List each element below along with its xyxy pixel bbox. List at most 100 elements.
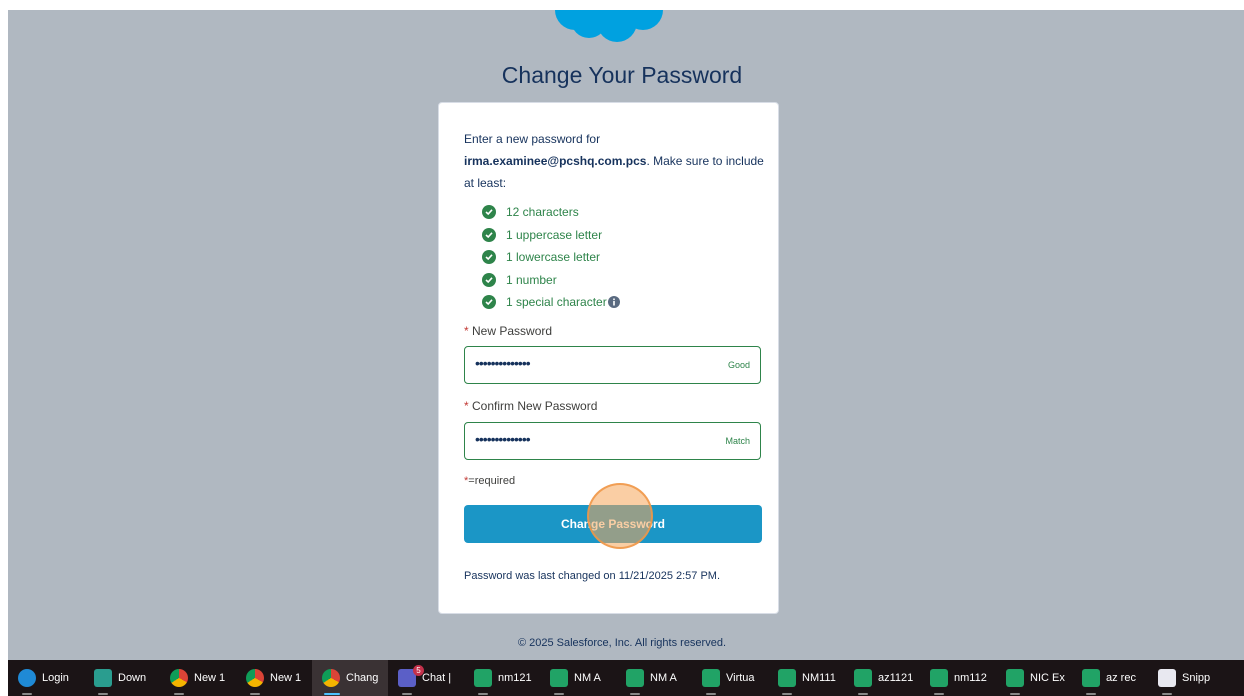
excel-icon: [778, 669, 796, 687]
running-indicator: [98, 693, 108, 695]
check-icon: [482, 250, 496, 265]
rule-label: 1 uppercase letter: [506, 227, 603, 242]
taskbar-item-label: NIC Ex: [1030, 672, 1065, 684]
page-title: Change Your Password: [501, 62, 743, 88]
taskbar-item-login[interactable]: Login: [8, 660, 84, 696]
running-indicator: [934, 693, 944, 695]
excel-icon: [474, 669, 492, 687]
taskbar-item-label: Chang: [346, 672, 379, 684]
taskbar-item-teams[interactable]: 5 Chat |: [388, 660, 464, 696]
excel-icon: [626, 669, 644, 687]
snipping-tool-icon: [1158, 669, 1176, 687]
taskbar-item-excel[interactable]: az1121: [844, 660, 920, 696]
chrome-icon: [322, 669, 340, 687]
info-icon[interactable]: [607, 296, 620, 309]
running-indicator: [250, 693, 260, 695]
taskbar-item-excel[interactable]: Virtua: [692, 660, 768, 696]
downloads-icon: [94, 669, 112, 687]
taskbar-item-label: NM111: [802, 672, 836, 684]
notification-badge: 5: [413, 665, 424, 676]
taskbar-item-label: Snipp: [1182, 672, 1211, 684]
running-indicator: [782, 693, 792, 695]
excel-icon: [930, 669, 948, 687]
intro-prefix: Enter a new password for: [464, 132, 601, 146]
password-match-status: Match: [725, 436, 750, 446]
taskbar-item-chrome-active[interactable]: Chang: [312, 660, 388, 696]
taskbar-item-chrome[interactable]: New 1: [236, 660, 312, 696]
running-indicator: [1162, 693, 1172, 695]
taskbar-item-downloads[interactable]: Down: [84, 660, 160, 696]
taskbar-item-label: NM A: [574, 672, 601, 684]
running-indicator: [22, 693, 32, 695]
taskbar: Login Down New 1 New 1 Chang 5 Chat | nm…: [8, 660, 1244, 696]
taskbar-item-label: New 1: [194, 672, 226, 684]
check-icon: [482, 272, 496, 287]
taskbar-item-label: Down: [118, 672, 147, 684]
salesforce-logo: [537, 10, 677, 42]
check-icon: [482, 227, 496, 242]
taskbar-item-excel[interactable]: NM A: [616, 660, 692, 696]
excel-icon: [1006, 669, 1024, 687]
new-password-label-text: New Password: [472, 324, 553, 338]
password-strength-status: Good: [727, 360, 750, 370]
new-password-input[interactable]: •••••••••••••• Good: [464, 346, 761, 384]
intro-text: Enter a new password for irma.examinee@p…: [464, 128, 764, 194]
copyright-footer: © 2025 Salesforce, Inc. All rights reser…: [517, 637, 727, 649]
rule-item: 1 number: [482, 269, 620, 292]
new-password-value: ••••••••••••••: [475, 355, 531, 371]
chrome-icon: [246, 669, 264, 687]
rule-item: 12 characters: [482, 201, 620, 224]
taskbar-item-label: New 1: [270, 672, 302, 684]
rule-label: 1 special character: [506, 295, 607, 310]
taskbar-item-label: Chat |: [422, 672, 452, 684]
taskbar-item-label: NM A: [650, 672, 677, 684]
edge-icon: [18, 669, 36, 687]
check-icon: [482, 295, 496, 310]
running-indicator: [858, 693, 868, 695]
rule-item: 1 uppercase letter: [482, 224, 620, 247]
excel-icon: [702, 669, 720, 687]
taskbar-item-label: nm121: [498, 672, 532, 684]
taskbar-item-excel[interactable]: az rec: [1072, 660, 1148, 696]
taskbar-item-excel[interactable]: nm112: [920, 660, 996, 696]
active-indicator: [324, 693, 340, 695]
taskbar-item-excel[interactable]: NM A: [540, 660, 616, 696]
running-indicator: [1010, 693, 1020, 695]
last-changed-text: Password was last changed on 11/21/2025 …: [464, 570, 721, 582]
excel-icon: [1082, 669, 1100, 687]
running-indicator: [630, 693, 640, 695]
running-indicator: [554, 693, 564, 695]
rule-item: 1 lowercase letter: [482, 246, 620, 269]
confirm-password-input[interactable]: •••••••••••••• Match: [464, 422, 761, 460]
taskbar-item-chrome[interactable]: New 1: [160, 660, 236, 696]
excel-icon: [550, 669, 568, 687]
username: irma.examinee@pcshq.com.pcs: [464, 154, 647, 168]
running-indicator: [706, 693, 716, 695]
taskbar-item-excel[interactable]: nm121: [464, 660, 540, 696]
new-password-label: * New Password: [464, 324, 552, 338]
rule-item: 1 special character: [482, 291, 620, 314]
required-marker: *: [464, 324, 469, 338]
rule-label: 1 lowercase letter: [506, 250, 601, 265]
check-icon: [482, 205, 496, 220]
taskbar-item-label: Login: [42, 672, 69, 684]
click-indicator: [587, 483, 653, 549]
rule-label: 1 number: [506, 272, 557, 287]
running-indicator: [402, 693, 412, 695]
taskbar-item-label: az rec: [1106, 672, 1136, 684]
taskbar-item-snipping-tool[interactable]: Snipp: [1148, 660, 1224, 696]
running-indicator: [174, 693, 184, 695]
taskbar-item-label: Virtua: [726, 672, 755, 684]
confirm-password-label: * Confirm New Password: [464, 399, 597, 413]
excel-icon: [854, 669, 872, 687]
rule-label: 12 characters: [506, 205, 579, 220]
taskbar-item-label: az1121: [878, 672, 914, 684]
password-rules-list: 12 characters 1 uppercase letter 1 lower…: [482, 201, 620, 314]
running-indicator: [478, 693, 488, 695]
taskbar-item-excel[interactable]: NM111: [768, 660, 844, 696]
required-note-text: =required: [468, 475, 516, 487]
taskbar-item-label: nm112: [954, 672, 987, 684]
taskbar-item-excel[interactable]: NIC Ex: [996, 660, 1072, 696]
required-note: *=required: [464, 475, 515, 487]
running-indicator: [1086, 693, 1096, 695]
